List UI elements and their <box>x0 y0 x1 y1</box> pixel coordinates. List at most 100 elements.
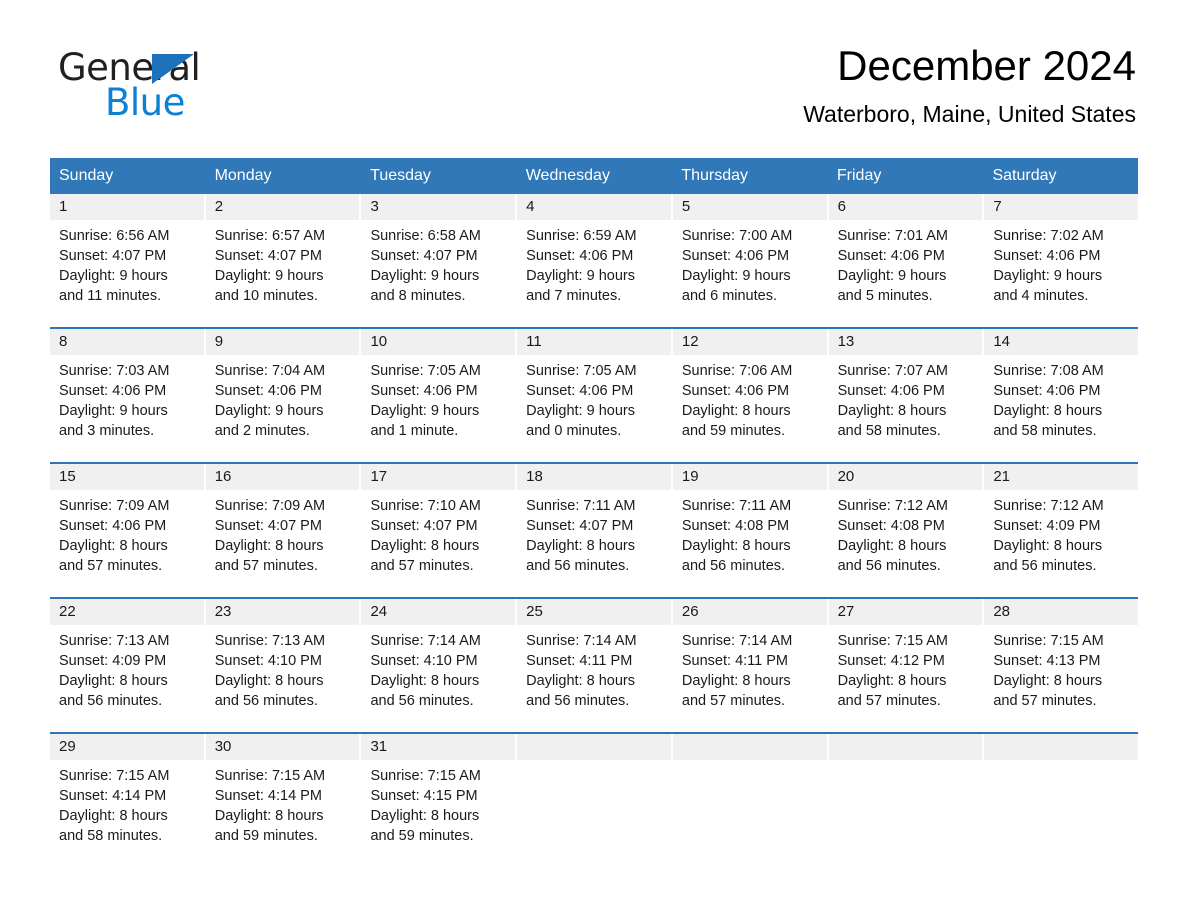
day-cell[interactable]: 13 Sunrise: 7:07 AM Sunset: 4:06 PM Dayl… <box>828 329 985 462</box>
day-number: 23 <box>205 599 360 625</box>
day-info: Sunrise: 7:00 AM Sunset: 4:06 PM Dayligh… <box>673 220 827 306</box>
sunrise-text: Sunrise: 7:05 AM <box>526 363 637 379</box>
day-cell[interactable]: 2 Sunrise: 6:57 AM Sunset: 4:07 PM Dayli… <box>205 194 362 327</box>
day-cell[interactable]: 23 Sunrise: 7:13 AM Sunset: 4:10 PM Dayl… <box>205 599 362 732</box>
day-number: 5 <box>672 194 827 220</box>
day-cell[interactable]: 3 Sunrise: 6:58 AM Sunset: 4:07 PM Dayli… <box>361 194 518 327</box>
day-info: Sunrise: 7:09 AM Sunset: 4:07 PM Dayligh… <box>206 490 360 576</box>
sunset-text: Sunset: 4:06 PM <box>681 383 790 399</box>
day-cell[interactable]: 30 Sunrise: 7:15 AM Sunset: 4:14 PM Dayl… <box>205 734 362 867</box>
day-info: Sunrise: 7:05 AM Sunset: 4:06 PM Dayligh… <box>517 355 671 441</box>
day-cell[interactable]: 8 Sunrise: 7:03 AM Sunset: 4:06 PM Dayli… <box>50 329 206 462</box>
day-cell[interactable]: 11 Sunrise: 7:05 AM Sunset: 4:06 PM Dayl… <box>517 329 673 462</box>
day-number: 14 <box>984 329 1139 355</box>
day-info: Sunrise: 7:09 AM Sunset: 4:06 PM Dayligh… <box>50 490 204 576</box>
daylight-text-line1: Daylight: 8 hours <box>59 538 168 554</box>
daylight-text-line2: and 1 minute. <box>370 423 459 439</box>
daylight-text-line1: Daylight: 9 hours <box>681 268 791 284</box>
sunrise-text: Sunrise: 7:14 AM <box>370 633 481 649</box>
sunrise-text: Sunrise: 7:03 AM <box>59 363 170 379</box>
daylight-text-line1: Daylight: 8 hours <box>837 673 947 689</box>
daylight-text-line2: and 11 minutes. <box>59 288 162 304</box>
weekday-header-wednesday: Wednesday <box>517 158 673 194</box>
day-cell-empty <box>517 734 673 867</box>
daylight-text-line2: and 56 minutes. <box>59 693 163 709</box>
day-cell[interactable]: 24 Sunrise: 7:14 AM Sunset: 4:10 PM Dayl… <box>361 599 518 732</box>
sunset-text: Sunset: 4:06 PM <box>837 383 945 399</box>
day-info: Sunrise: 7:14 AM Sunset: 4:10 PM Dayligh… <box>361 625 515 711</box>
day-cell[interactable]: 16 Sunrise: 7:09 AM Sunset: 4:07 PM Dayl… <box>205 464 362 597</box>
day-cell[interactable]: 27 Sunrise: 7:15 AM Sunset: 4:12 PM Dayl… <box>828 599 985 732</box>
week-row: 29 Sunrise: 7:15 AM Sunset: 4:14 PM Dayl… <box>50 732 1139 867</box>
day-cell[interactable]: 20 Sunrise: 7:12 AM Sunset: 4:08 PM Dayl… <box>828 464 985 597</box>
day-cell[interactable]: 1 Sunrise: 6:56 AM Sunset: 4:07 PM Dayli… <box>50 194 206 327</box>
sunrise-text: Sunrise: 6:58 AM <box>370 228 481 244</box>
daylight-text-line1: Daylight: 9 hours <box>214 403 324 419</box>
sunset-text: Sunset: 4:06 PM <box>837 248 945 264</box>
sunset-text: Sunset: 4:06 PM <box>526 383 634 399</box>
day-cell[interactable]: 9 Sunrise: 7:04 AM Sunset: 4:06 PM Dayli… <box>205 329 362 462</box>
day-cell[interactable]: 10 Sunrise: 7:05 AM Sunset: 4:06 PM Dayl… <box>361 329 518 462</box>
daylight-text-line2: and 56 minutes. <box>370 693 474 709</box>
weekday-header-sunday: Sunday <box>50 158 206 194</box>
day-cell[interactable]: 28 Sunrise: 7:15 AM Sunset: 4:13 PM Dayl… <box>984 599 1139 732</box>
day-cell[interactable]: 31 Sunrise: 7:15 AM Sunset: 4:15 PM Dayl… <box>361 734 518 867</box>
sunrise-text: Sunrise: 7:13 AM <box>59 633 170 649</box>
daylight-text-line1: Daylight: 8 hours <box>214 808 324 824</box>
sunset-text: Sunset: 4:09 PM <box>59 653 167 669</box>
day-number: 17 <box>361 464 516 490</box>
daylight-text-line2: and 57 minutes. <box>837 693 941 709</box>
day-cell[interactable]: 22 Sunrise: 7:13 AM Sunset: 4:09 PM Dayl… <box>50 599 206 732</box>
day-cell[interactable]: 6 Sunrise: 7:01 AM Sunset: 4:06 PM Dayli… <box>828 194 985 327</box>
sunset-text: Sunset: 4:06 PM <box>214 383 322 399</box>
sunset-text: Sunset: 4:06 PM <box>370 383 478 399</box>
day-cell[interactable]: 21 Sunrise: 7:12 AM Sunset: 4:09 PM Dayl… <box>984 464 1139 597</box>
weekday-header-monday: Monday <box>206 158 362 194</box>
day-number: 12 <box>672 329 827 355</box>
day-cell[interactable]: 26 Sunrise: 7:14 AM Sunset: 4:11 PM Dayl… <box>672 599 829 732</box>
daylight-text-line2: and 0 minutes. <box>526 423 622 439</box>
daylight-text-line2: and 56 minutes. <box>993 558 1097 574</box>
daylight-text-line1: Daylight: 8 hours <box>214 673 324 689</box>
daylight-text-line1: Daylight: 9 hours <box>526 403 635 419</box>
sunset-text: Sunset: 4:07 PM <box>214 248 322 264</box>
day-cell[interactable]: 7 Sunrise: 7:02 AM Sunset: 4:06 PM Dayli… <box>984 194 1139 327</box>
day-cell[interactable]: 14 Sunrise: 7:08 AM Sunset: 4:06 PM Dayl… <box>984 329 1139 462</box>
daylight-text-line2: and 4 minutes. <box>993 288 1089 304</box>
sunset-text: Sunset: 4:06 PM <box>59 383 167 399</box>
day-cell[interactable]: 15 Sunrise: 7:09 AM Sunset: 4:06 PM Dayl… <box>50 464 206 597</box>
day-cell[interactable]: 29 Sunrise: 7:15 AM Sunset: 4:14 PM Dayl… <box>50 734 206 867</box>
sunrise-text: Sunrise: 6:59 AM <box>526 228 637 244</box>
sunrise-text: Sunrise: 6:57 AM <box>214 228 326 244</box>
day-cell[interactable]: 19 Sunrise: 7:11 AM Sunset: 4:08 PM Dayl… <box>672 464 829 597</box>
day-number: 3 <box>361 194 516 220</box>
sunrise-text: Sunrise: 7:09 AM <box>214 498 326 514</box>
day-info <box>517 760 671 766</box>
sunset-text: Sunset: 4:07 PM <box>214 518 322 534</box>
day-cell[interactable]: 17 Sunrise: 7:10 AM Sunset: 4:07 PM Dayl… <box>361 464 518 597</box>
sunrise-text: Sunrise: 7:15 AM <box>370 768 481 784</box>
day-number <box>828 734 983 760</box>
weekday-header-saturday: Saturday <box>992 167 1057 184</box>
daylight-text-line2: and 58 minutes. <box>837 423 941 439</box>
sunrise-text: Sunrise: 7:15 AM <box>993 633 1104 649</box>
day-cell[interactable]: 4 Sunrise: 6:59 AM Sunset: 4:06 PM Dayli… <box>517 194 673 327</box>
sunset-text: Sunset: 4:06 PM <box>59 518 167 534</box>
sunrise-text: Sunrise: 7:14 AM <box>526 633 637 649</box>
day-info: Sunrise: 6:57 AM Sunset: 4:07 PM Dayligh… <box>206 220 360 306</box>
sunrise-text: Sunrise: 7:05 AM <box>370 363 481 379</box>
sunrise-text: Sunrise: 7:13 AM <box>214 633 326 649</box>
sunset-text: Sunset: 4:14 PM <box>214 788 322 804</box>
day-number: 1 <box>50 194 204 220</box>
daylight-text-line1: Daylight: 8 hours <box>59 808 168 824</box>
day-number <box>984 734 1139 760</box>
logo-text-blue: Blue <box>105 81 185 124</box>
daylight-text-line1: Daylight: 8 hours <box>59 673 168 689</box>
day-cell[interactable]: 18 Sunrise: 7:11 AM Sunset: 4:07 PM Dayl… <box>517 464 673 597</box>
daylight-text-line2: and 57 minutes. <box>214 558 318 574</box>
day-cell[interactable]: 5 Sunrise: 7:00 AM Sunset: 4:06 PM Dayli… <box>672 194 829 327</box>
day-number: 16 <box>205 464 360 490</box>
day-info: Sunrise: 7:15 AM Sunset: 4:14 PM Dayligh… <box>50 760 204 846</box>
day-cell[interactable]: 12 Sunrise: 7:06 AM Sunset: 4:06 PM Dayl… <box>672 329 829 462</box>
day-cell[interactable]: 25 Sunrise: 7:14 AM Sunset: 4:11 PM Dayl… <box>517 599 673 732</box>
